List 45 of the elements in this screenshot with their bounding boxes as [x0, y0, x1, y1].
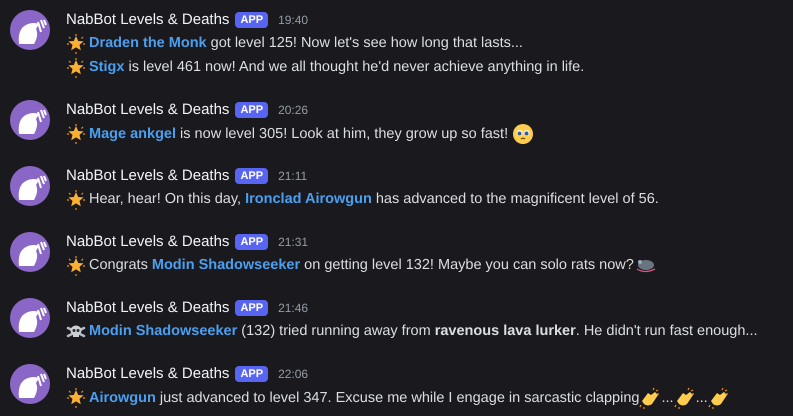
app-tag: APP — [235, 102, 268, 118]
pleading-face-icon — [512, 122, 534, 145]
app-tag: APP — [235, 234, 268, 250]
player-mention[interactable]: Stigx — [89, 59, 124, 76]
star-icon — [66, 388, 86, 408]
bot-avatar[interactable] — [10, 100, 50, 140]
player-mention[interactable]: Airowgun — [89, 390, 156, 406]
star-icon — [66, 34, 86, 54]
timestamp: 20:26 — [278, 102, 308, 119]
message-text: Mage ankgel is now level 305! Look at him, they grow up so fast! — [89, 122, 534, 146]
app-tag: APP — [235, 12, 268, 28]
author-name[interactable]: NabBot Levels & Deaths — [66, 98, 230, 122]
app-tag: APP — [235, 300, 268, 316]
bot-avatar[interactable] — [10, 298, 50, 338]
message-text: Draden the Monk got level 125! Now let's see how long that lasts... — [89, 34, 523, 54]
player-mention[interactable]: Modin Shadowseeker — [152, 257, 300, 274]
app-tag: APP — [235, 366, 268, 382]
author-name[interactable]: NabBot Levels & Deaths — [66, 230, 230, 254]
message-text: Hear, hear! On this day, Ironclad Airowgun has advanced to the magnificent level of 56. — [89, 190, 659, 210]
bot-avatar[interactable] — [10, 364, 50, 404]
message-text: Airowgun just advanced to level 347. Excuse me while I engage in sarcastic clapping ... ... — [89, 386, 730, 410]
author-name[interactable]: NabBot Levels & Deaths — [66, 362, 230, 386]
timestamp: 19:40 — [278, 12, 308, 29]
author-name[interactable]: NabBot Levels & Deaths — [66, 8, 230, 32]
player-mention[interactable]: Draden the Monk — [89, 35, 207, 52]
star-icon — [66, 58, 86, 78]
timestamp: 22:06 — [278, 366, 308, 383]
star-icon — [66, 124, 86, 144]
timestamp: 21:11 — [278, 168, 308, 185]
author-name[interactable]: NabBot Levels & Deaths — [66, 164, 230, 188]
bot-avatar[interactable] — [10, 232, 50, 272]
message-text: Congrats Modin Shadowseeker on getting level 132! Maybe you can solo rats now? — [89, 255, 656, 277]
app-tag: APP — [235, 168, 268, 184]
player-mention[interactable]: Ironclad Airowgun — [245, 191, 372, 208]
star-icon — [66, 190, 86, 210]
bot-avatar[interactable] — [10, 10, 50, 50]
author-name[interactable]: NabBot Levels & Deaths — [66, 296, 230, 320]
message-text: Modin Shadowseeker (132) tried running away from ravenous lava lurker. He didn't run fast enough... — [89, 322, 758, 342]
bot-avatar[interactable] — [10, 166, 50, 206]
player-mention[interactable]: Modin Shadowseeker — [89, 323, 238, 340]
player-mention[interactable]: Mage ankgel — [89, 126, 176, 142]
timestamp: 21:46 — [278, 300, 308, 317]
message-text: Stigx is level 461 now! And we all thought he'd never achieve anything in life. — [89, 58, 584, 78]
timestamp: 21:31 — [278, 234, 308, 251]
star-icon — [66, 256, 86, 276]
